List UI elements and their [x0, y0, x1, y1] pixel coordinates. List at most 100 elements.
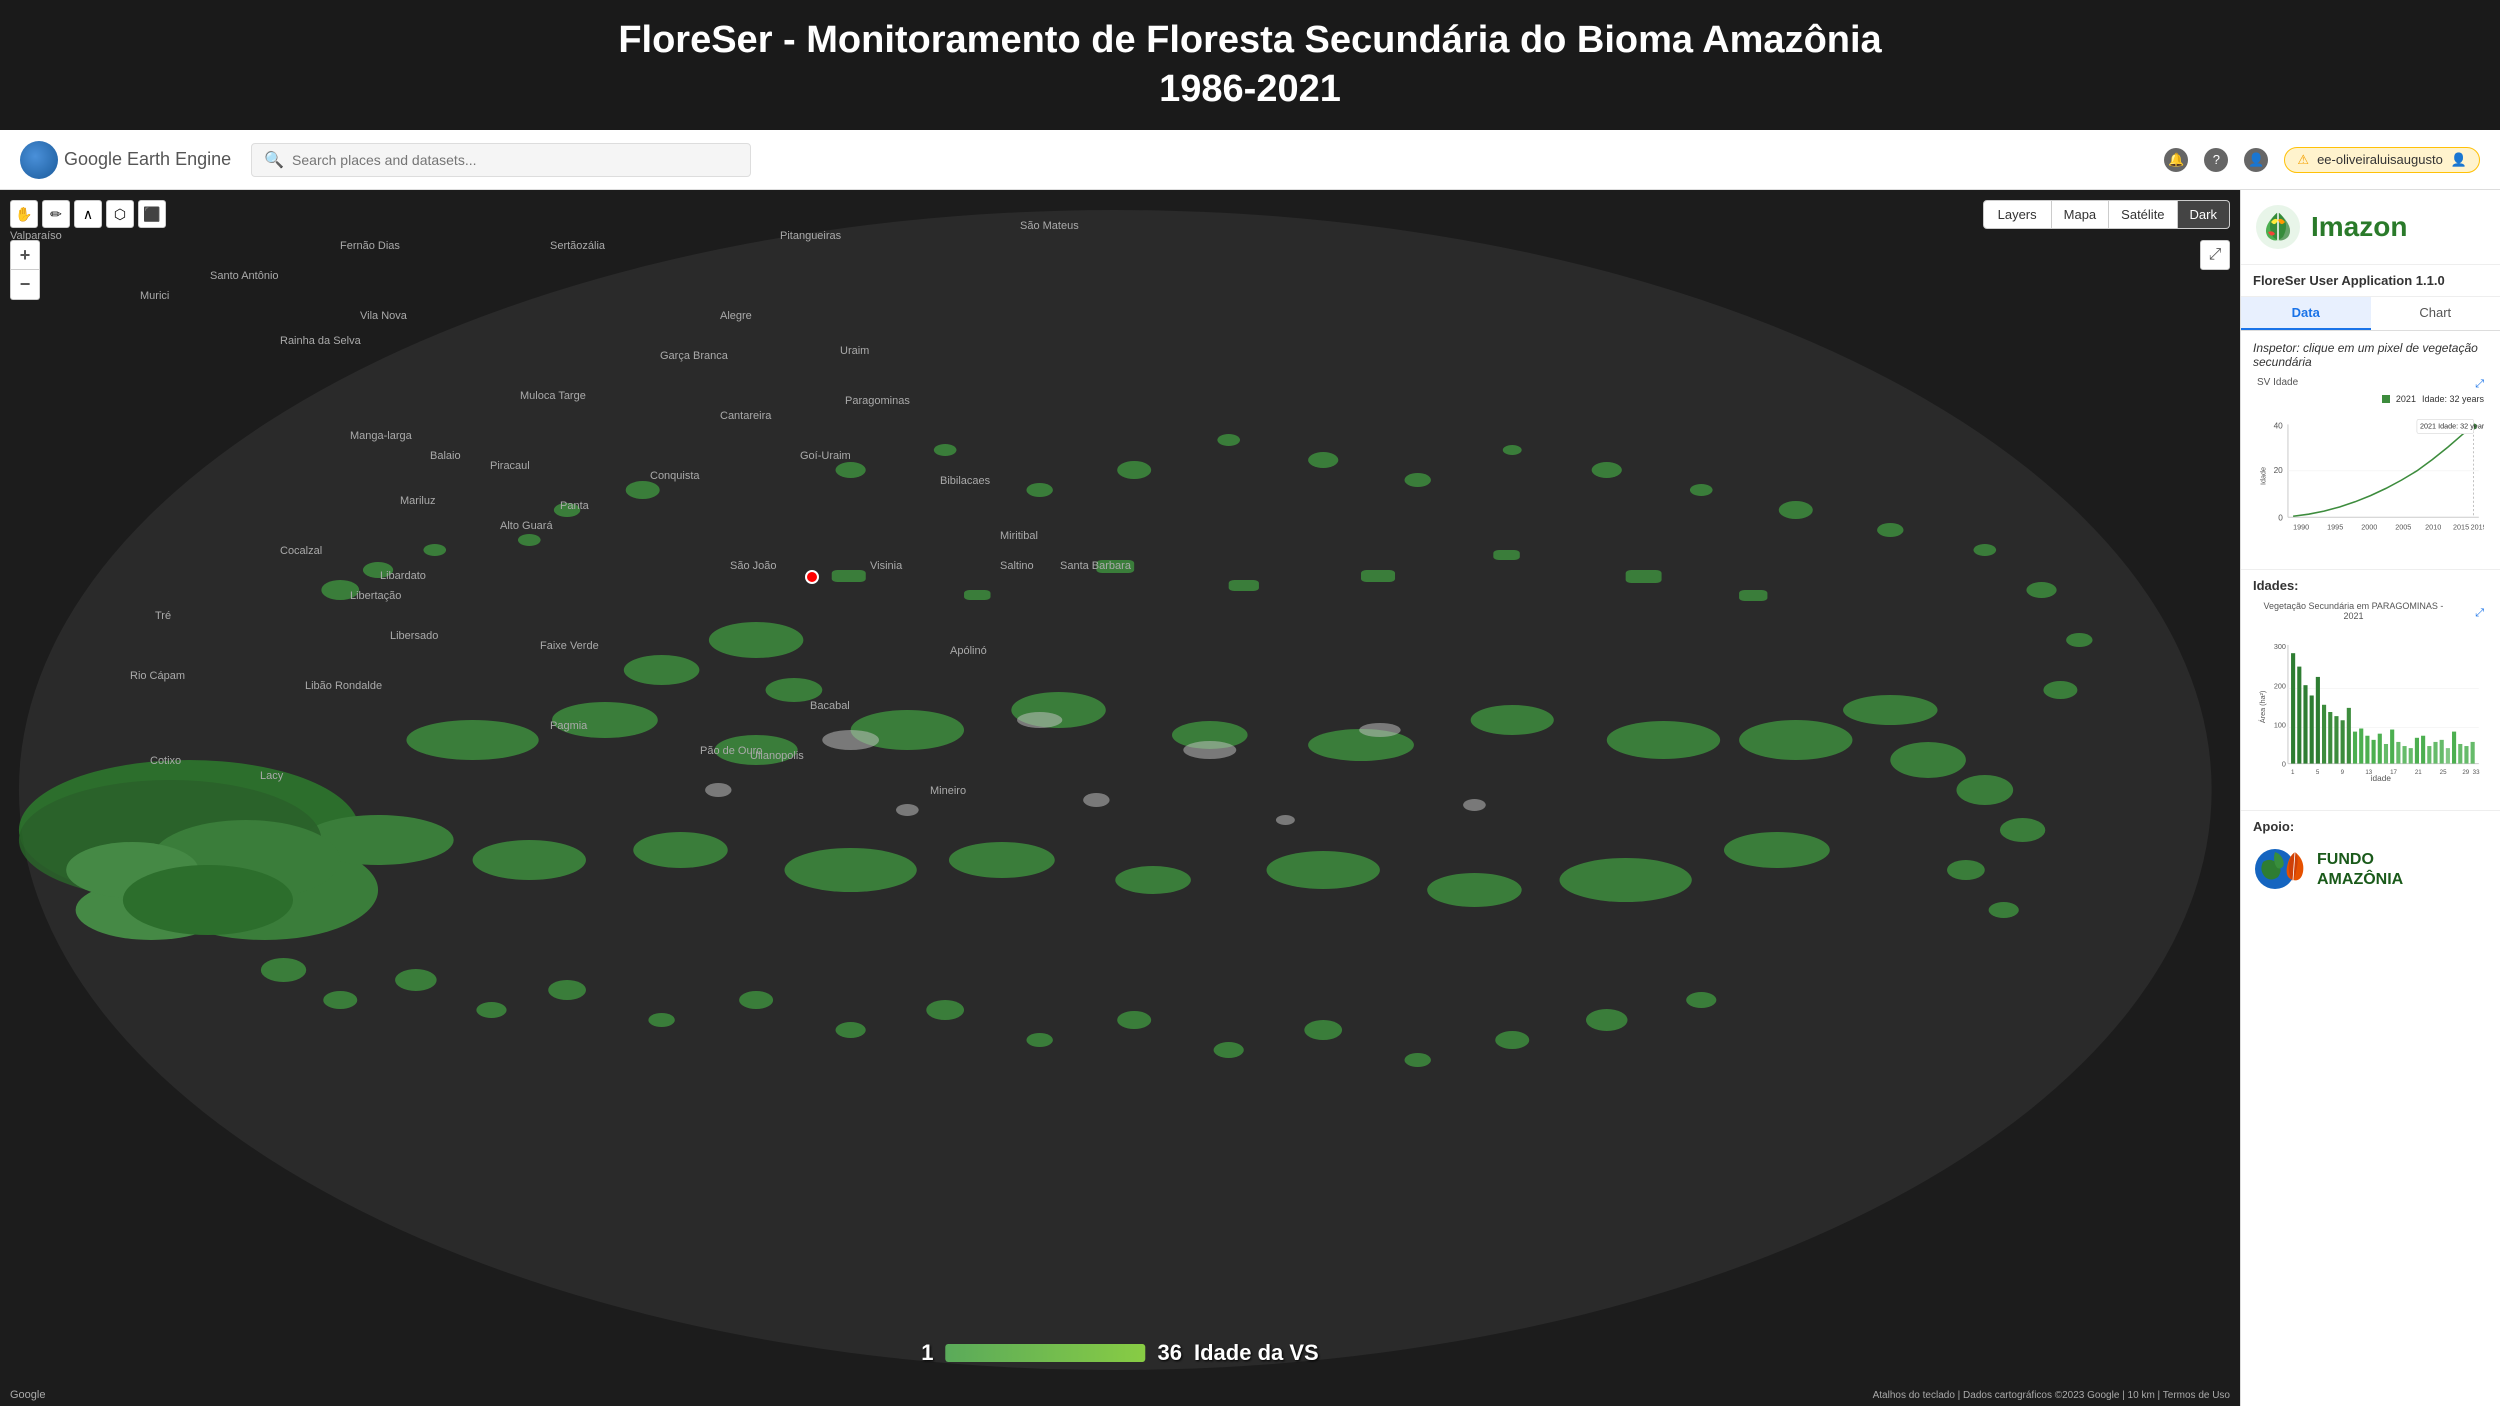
- place-label: Pagmia: [550, 720, 587, 732]
- svg-text:2019: 2019: [2471, 523, 2484, 532]
- svg-text:1: 1: [2291, 769, 2295, 776]
- bar-chart-container: Vegetação Secundária em PARAGOMINAS - 20…: [2253, 601, 2488, 802]
- fullscreen-button[interactable]: ⤢: [2200, 240, 2230, 270]
- map-svg: [0, 190, 2240, 1406]
- search-input[interactable]: [292, 152, 738, 168]
- svg-text:1990: 1990: [2293, 523, 2309, 532]
- imazon-leaf-icon: [2253, 202, 2303, 252]
- place-label: Mariluz: [400, 495, 435, 507]
- map-type-satelite[interactable]: Satélite: [2109, 200, 2177, 229]
- sv-chart-svg: 40 20 0 Idade 1990 1995 2000 2005 2010 2…: [2257, 406, 2484, 546]
- place-label: Pitangueiras: [780, 230, 841, 242]
- zoom-in-button[interactable]: +: [10, 240, 40, 270]
- zoom-out-button[interactable]: −: [10, 270, 40, 300]
- notifications-icon[interactable]: 🔔: [2164, 148, 2188, 172]
- place-label: Goí-Uraim: [800, 450, 851, 462]
- help-icon[interactable]: ?: [2204, 148, 2228, 172]
- svg-text:33: 33: [2473, 769, 2480, 776]
- earth-icon: [20, 141, 58, 179]
- sv-age-label: Idade: 32 years: [2422, 394, 2484, 404]
- svg-text:21: 21: [2415, 769, 2422, 776]
- rectangle-tool[interactable]: ⬛: [138, 200, 166, 228]
- gee-header: Google Earth Engine 🔍 🔔 ? 👤 ⚠ ee-oliveir…: [0, 130, 2500, 190]
- place-label: Libersado: [390, 630, 438, 642]
- user-avatar: 👤: [2451, 152, 2467, 168]
- map-attribution: Atalhos do teclado | Dados cartográficos…: [1873, 1390, 2230, 1401]
- inspector-section: Inspetor: clique em um pixel de vegetaçã…: [2241, 331, 2500, 570]
- svg-text:Área (ha²): Área (ha²): [2258, 691, 2267, 724]
- search-icon: 🔍: [264, 150, 284, 170]
- svg-text:2010: 2010: [2425, 523, 2441, 532]
- svg-text:idade: idade: [2371, 774, 2392, 783]
- bar-chart-expand-icon[interactable]: ⤢: [2475, 607, 2484, 620]
- place-label: Vila Nova: [360, 310, 407, 322]
- user-badge[interactable]: ⚠ ee-oliveiraluisaugusto 👤: [2284, 147, 2480, 173]
- svg-text:2000: 2000: [2361, 523, 2377, 532]
- line-tool[interactable]: ∧: [74, 200, 102, 228]
- place-label: Alegre: [720, 310, 752, 322]
- svg-text:Idade: Idade: [2258, 467, 2267, 485]
- search-bar[interactable]: 🔍: [251, 143, 751, 177]
- svg-text:20: 20: [2274, 466, 2284, 475]
- idades-label: Idades:: [2253, 578, 2488, 593]
- place-label: Conquista: [650, 470, 700, 482]
- tab-data[interactable]: Data: [2241, 297, 2371, 330]
- map-canvas: Fernão Dias Santo Antônio Sertãozália Pi…: [0, 190, 2240, 1406]
- sv-year-label: 2021: [2396, 394, 2416, 404]
- place-label: Paragominas: [845, 395, 910, 407]
- polygon-tool[interactable]: ⬡: [106, 200, 134, 228]
- svg-text:2005: 2005: [2395, 523, 2411, 532]
- right-panel: Imazon FloreSer User Application 1.1.0 D…: [2240, 190, 2500, 1406]
- legend-min-value: 1: [921, 1340, 933, 1366]
- svg-text:200: 200: [2274, 681, 2286, 690]
- map-toolbar: ✋ ✏ ∧ ⬡ ⬛: [10, 200, 166, 228]
- bar-chart-svg: 300 200 100 0 Área (ha²) idade: [2257, 627, 2484, 797]
- place-label: Libardato: [380, 570, 426, 582]
- place-label: Ulianopolis: [750, 750, 804, 762]
- inspector-label: Inspetor: clique em um pixel de vegetaçã…: [2253, 341, 2488, 369]
- account-icon[interactable]: 👤: [2244, 148, 2268, 172]
- user-label: ee-oliveiraluisaugusto: [2317, 152, 2443, 167]
- legend-title-label: Idade da VS: [1194, 1340, 1319, 1366]
- place-label: Santo Antônio: [210, 270, 279, 282]
- sv-chart-container: SV Idade ⤢ 2021 Idade: 32 years 40 20: [2253, 377, 2488, 559]
- place-label: Sertãozália: [550, 240, 605, 252]
- fundo-amazonia-text: FUNDOAMAZÔNIA: [2317, 850, 2403, 888]
- place-label: Libão Rondalde: [305, 680, 382, 692]
- map-area[interactable]: Fernão Dias Santo Antônio Sertãozália Pi…: [0, 190, 2240, 1406]
- place-label: Bacabal: [810, 700, 850, 712]
- title-bar: FloreSer - Monitoramento de Floresta Sec…: [0, 0, 2500, 130]
- place-label: Tré: [155, 610, 171, 622]
- place-label: Apólinó: [950, 645, 987, 657]
- place-label: Piracaul: [490, 460, 530, 472]
- bar-chart-title: Vegetação Secundária em PARAGOMINAS - 20…: [2257, 601, 2450, 621]
- map-type-mapa[interactable]: Mapa: [2052, 200, 2110, 229]
- svg-text:17: 17: [2390, 769, 2397, 776]
- page-title: FloreSer - Monitoramento de Floresta Sec…: [618, 16, 1881, 115]
- place-label: Rainha da Selva: [280, 335, 361, 347]
- tab-chart[interactable]: Chart: [2371, 297, 2500, 330]
- place-label: São Mateus: [1020, 220, 1079, 232]
- map-type-dark[interactable]: Dark: [2178, 200, 2230, 229]
- svg-text:29: 29: [2462, 769, 2469, 776]
- place-label: Lacy: [260, 770, 283, 782]
- place-label: Balaio: [430, 450, 461, 462]
- place-label: Rio Cápam: [130, 670, 185, 682]
- map-legend: 1 36 Idade da VS: [921, 1340, 1318, 1366]
- header-icons: 🔔 ? 👤 ⚠ ee-oliveiraluisaugusto 👤: [2164, 147, 2480, 173]
- draw-tool[interactable]: ✏: [42, 200, 70, 228]
- hand-tool[interactable]: ✋: [10, 200, 38, 228]
- place-label: Faixe Verde: [540, 640, 599, 652]
- svg-text:9: 9: [2341, 769, 2345, 776]
- sv-chart-expand-icon[interactable]: ⤢: [2475, 378, 2484, 391]
- svg-text:0: 0: [2278, 513, 2283, 522]
- apoio-section: Apoio: FUNDOAMAZÔNIA: [2241, 811, 2500, 905]
- location-marker: [805, 570, 819, 584]
- layers-button[interactable]: Layers: [1983, 200, 2052, 229]
- svg-text:13: 13: [2365, 769, 2372, 776]
- gee-logo: Google Earth Engine: [20, 141, 231, 179]
- sv-chart-title: SV Idade: [2257, 377, 2298, 388]
- place-label: Alto Guará: [500, 520, 553, 532]
- place-label: Murici: [140, 290, 169, 302]
- fundo-amazonia-icon: [2253, 842, 2313, 897]
